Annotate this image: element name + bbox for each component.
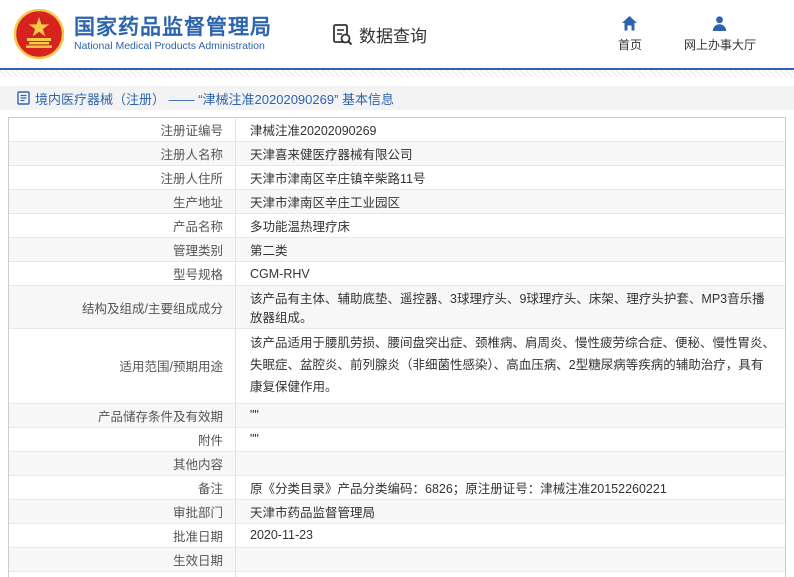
- page-title: 境内医疗器械（注册） —— “津械注准20202090269” 基本信息: [35, 91, 395, 107]
- table-row: 有效期至2025-11-22: [9, 571, 785, 577]
- row-label: 生效日期: [9, 547, 236, 571]
- row-label: 审批部门: [9, 499, 236, 523]
- table-row: 注册证编号 津械注准20202090269: [9, 118, 785, 142]
- row-label: 产品名称: [9, 214, 236, 237]
- row-label: 注册人名称: [9, 142, 236, 165]
- row-value: 第二类: [250, 244, 288, 258]
- person-icon: [713, 16, 727, 31]
- row-value: 天津市药品监督管理局: [250, 505, 376, 520]
- table-row: 产品名称 多功能温热理疗床: [9, 214, 785, 238]
- table-row: 型号规格 CGM-RHV: [9, 262, 785, 286]
- table-row: 产品储存条件及有效期 "": [9, 403, 785, 428]
- row-label: 适用范围/预期用途: [9, 329, 236, 403]
- row-value: 原《分类目录》产品分类编码：6826；原注册证号：津械注准20152260221: [250, 481, 667, 496]
- header: 国家药品监督管理局 National Medical Products Admi…: [0, 0, 794, 68]
- header-nav: 首页 网上办事大厅: [618, 15, 770, 53]
- row-label: 注册人住所: [9, 166, 236, 189]
- nav-home[interactable]: 首页: [618, 15, 642, 53]
- row-label: 管理类别: [9, 238, 236, 261]
- table-row: 备注 原《分类目录》产品分类编码：6826；原注册证号：津械注准201522602…: [9, 475, 785, 500]
- nav-online-hall-label: 网上办事大厅: [683, 38, 756, 52]
- registration-info-table: 注册证编号 津械注准20202090269 注册人名称 天津喜来健医疗器械有限公司 …: [8, 117, 786, 577]
- table-row: 生效日期: [9, 547, 785, 572]
- org-name-cn: 国家药品监督管理局: [74, 15, 272, 39]
- table-row: 注册人名称 天津喜来健医疗器械有限公司: [9, 142, 785, 166]
- table-row: 生产地址 天津市津南区辛庄工业园区: [9, 190, 785, 214]
- row-value: 天津市津南区辛庄镇辛柴路11号: [250, 172, 426, 186]
- row-value: 该产品适用于腰肌劳损、腰间盘突出症、颈椎病、肩周炎、慢性疲劳综合症、便秘、慢性胃…: [250, 336, 776, 394]
- org-name-en: National Medical Products Administration: [74, 39, 265, 52]
- row-label: 生产地址: [9, 190, 236, 213]
- national-emblem-logo: [14, 9, 64, 59]
- hatch-band: [0, 70, 794, 77]
- row-value: [236, 548, 785, 571]
- data-query-section[interactable]: 数据查询: [330, 22, 427, 47]
- row-value: [236, 452, 785, 475]
- row-value: 该产品有主体、辅助底垫、遥控器、3球理疗头、9球理疗头、床架、理疗头护套、MP3…: [250, 292, 765, 325]
- nav-online-hall[interactable]: 网上办事大厅: [684, 15, 756, 53]
- row-label: 结构及组成/主要组成成分: [9, 286, 236, 328]
- row-value: 2020-11-23: [250, 528, 314, 543]
- row-value: 2025-11-22: [236, 572, 785, 577]
- row-label: 型号规格: [9, 262, 236, 285]
- row-value: 多功能温热理疗床: [250, 220, 351, 234]
- table-row: 结构及组成/主要组成成分 该产品有主体、辅助底垫、遥控器、3球理疗头、9球理疗头、…: [9, 286, 785, 329]
- table-row: 审批部门 天津市药品监督管理局: [9, 499, 785, 524]
- row-label: 批准日期: [9, 523, 236, 547]
- table-row: 适用范围/预期用途 该产品适用于腰肌劳损、腰间盘突出症、颈椎病、肩周炎、慢性疲劳综…: [9, 329, 785, 404]
- row-value: 天津市津南区辛庄工业园区: [250, 196, 401, 210]
- data-query-label: 数据查询: [359, 26, 427, 46]
- row-label: 其他内容: [9, 451, 236, 475]
- table-row: 注册人住所 天津市津南区辛庄镇辛柴路11号: [9, 166, 785, 190]
- row-value: 天津喜来健医疗器械有限公司: [250, 148, 413, 162]
- title-bar: 境内医疗器械（注册） —— “津械注准20202090269” 基本信息: [0, 86, 794, 110]
- home-icon: [622, 16, 638, 31]
- row-label: 备注: [9, 475, 236, 499]
- document-icon: [17, 91, 30, 105]
- row-value: "": [250, 408, 259, 423]
- nav-home-label: 首页: [617, 38, 642, 52]
- row-value: 津械注准20202090269: [250, 124, 377, 138]
- table-row: 管理类别 第二类: [9, 238, 785, 262]
- row-label: 产品储存条件及有效期: [9, 403, 236, 427]
- row-value: CGM-RHV: [250, 266, 310, 281]
- table-row: 批准日期 2020-11-23: [9, 523, 785, 548]
- table-row: 其他内容: [9, 451, 785, 476]
- table-row: 附件 "": [9, 427, 785, 452]
- row-value: "": [250, 432, 259, 447]
- row-label: 附件: [9, 427, 236, 451]
- row-label: 有效期至: [9, 571, 236, 577]
- row-label: 注册证编号: [9, 118, 236, 141]
- brand-text: 国家药品监督管理局 National Medical Products Admi…: [74, 15, 272, 54]
- document-search-icon: [333, 24, 353, 46]
